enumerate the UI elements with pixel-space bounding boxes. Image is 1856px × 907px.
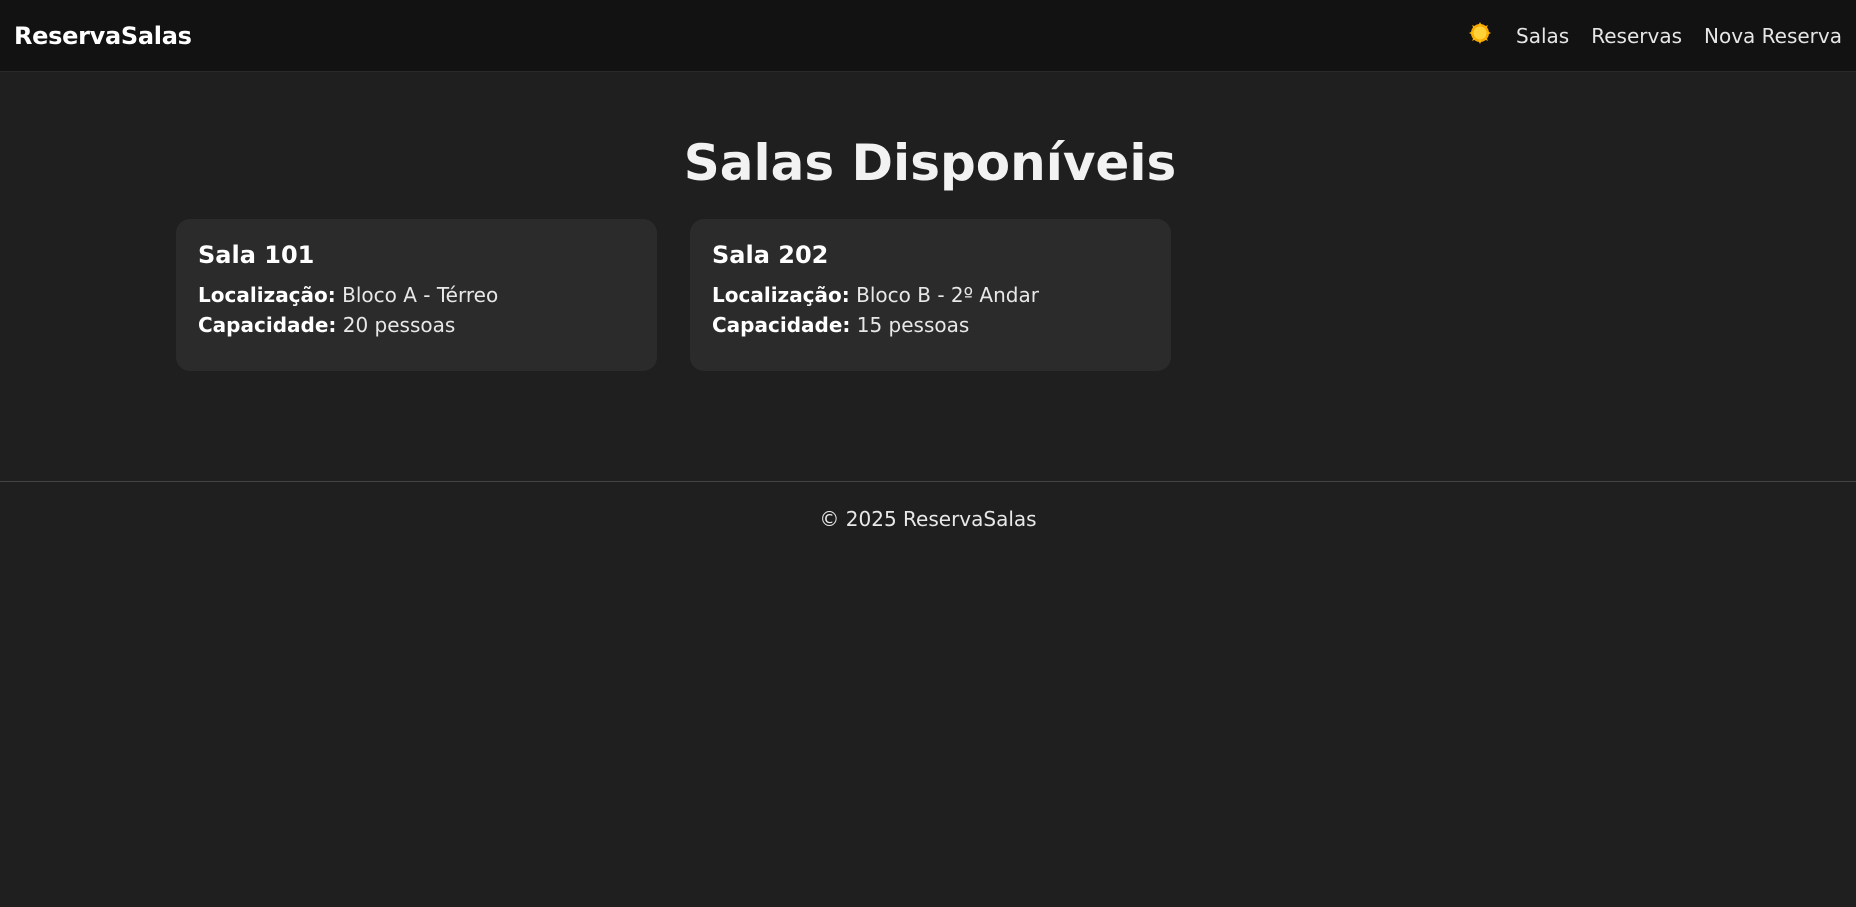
nav-link-salas[interactable]: Salas xyxy=(1516,24,1569,48)
footer: © 2025 ReservaSalas xyxy=(0,481,1856,531)
footer-copyright: © 2025 ReservaSalas xyxy=(819,507,1037,531)
theme-toggle-button[interactable] xyxy=(1466,19,1494,47)
room-name: Sala 202 xyxy=(712,241,829,269)
sun-icon xyxy=(1469,21,1492,44)
room-card: Sala 202 Localização: Bloco B - 2º Andar… xyxy=(690,219,1171,371)
room-capacity: Capacidade: 15 pessoas xyxy=(712,313,1149,337)
page-title: Salas Disponíveis xyxy=(683,134,1177,192)
capacity-label: Capacidade: xyxy=(712,313,851,337)
capacity-value: 15 pessoas xyxy=(856,313,970,337)
nav-link-reservas[interactable]: Reservas xyxy=(1591,24,1682,48)
location-label: Localização: xyxy=(198,283,336,307)
location-value: Bloco A - Térreo xyxy=(342,283,499,307)
capacity-value: 20 pessoas xyxy=(342,313,456,337)
nav-menu: Salas Reservas Nova Reserva xyxy=(1466,21,1842,48)
room-location: Localização: Bloco A - Térreo xyxy=(198,283,635,307)
room-list: Sala 101 Localização: Bloco A - Térreo C… xyxy=(0,219,1856,371)
navbar: ReservaSalas Salas Reservas Nova Reserva xyxy=(0,0,1856,72)
capacity-label: Capacidade: xyxy=(198,313,337,337)
main-content: Salas Disponíveis Sala 101 Localização: … xyxy=(0,72,1856,481)
room-location: Localização: Bloco B - 2º Andar xyxy=(712,283,1149,307)
room-name: Sala 101 xyxy=(198,241,315,269)
nav-link-nova-reserva[interactable]: Nova Reserva xyxy=(1704,24,1842,48)
room-capacity: Capacidade: 20 pessoas xyxy=(198,313,635,337)
brand-logo[interactable]: ReservaSalas xyxy=(14,22,192,50)
room-card: Sala 101 Localização: Bloco A - Térreo C… xyxy=(176,219,657,371)
location-label: Localização: xyxy=(712,283,850,307)
location-value: Bloco B - 2º Andar xyxy=(856,283,1039,307)
